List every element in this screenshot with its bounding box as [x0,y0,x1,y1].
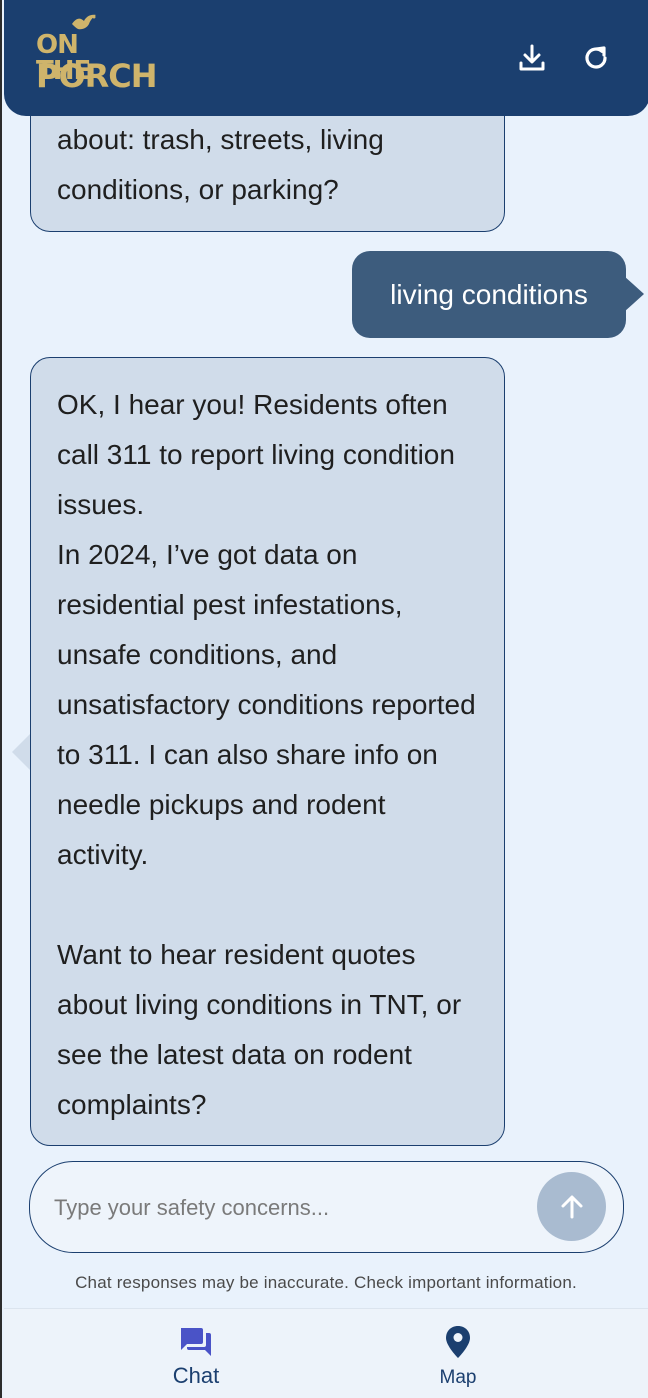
refresh-icon [585,46,607,69]
assistant-message: OK, I hear you! Residents often call 311… [30,357,505,1146]
nav-tab-chat-label: Chat [172,1363,220,1388]
on-the-porch-logo: ON THE PORCH [36,12,158,96]
user-message: living conditions [352,251,626,338]
chat-icon [178,1325,214,1359]
assistant-message-text: about: trash, streets, living conditions… [57,124,384,205]
app-screen: about: trash, streets, living conditions… [0,0,648,1398]
refresh-button[interactable] [578,40,614,76]
assistant-message-text: OK, I hear you! Residents often call 311… [57,389,476,1120]
download-icon [519,44,545,71]
app-header: ON THE PORCH [4,0,648,116]
download-button[interactable] [514,40,550,76]
arrow-up-icon [561,1195,582,1218]
send-button[interactable] [537,1172,606,1241]
user-bubble-tail [624,276,644,312]
logo-text-line2: PORCH [36,57,158,95]
message-composer [29,1161,624,1253]
nav-tab-map[interactable]: Map [378,1309,538,1398]
map-pin-icon [445,1325,471,1359]
nav-tab-map-label: Map [439,1367,477,1388]
assistant-bubble-tail [12,734,30,770]
message-input[interactable] [54,1188,524,1228]
bottom-navigation: Chat Map [4,1308,648,1398]
nav-tab-chat[interactable]: Chat [116,1309,276,1398]
chat-transcript[interactable]: about: trash, streets, living conditions… [4,0,648,1150]
disclaimer-text: Chat responses may be inaccurate. Check … [75,1273,577,1292]
user-message-text: living conditions [390,278,588,310]
